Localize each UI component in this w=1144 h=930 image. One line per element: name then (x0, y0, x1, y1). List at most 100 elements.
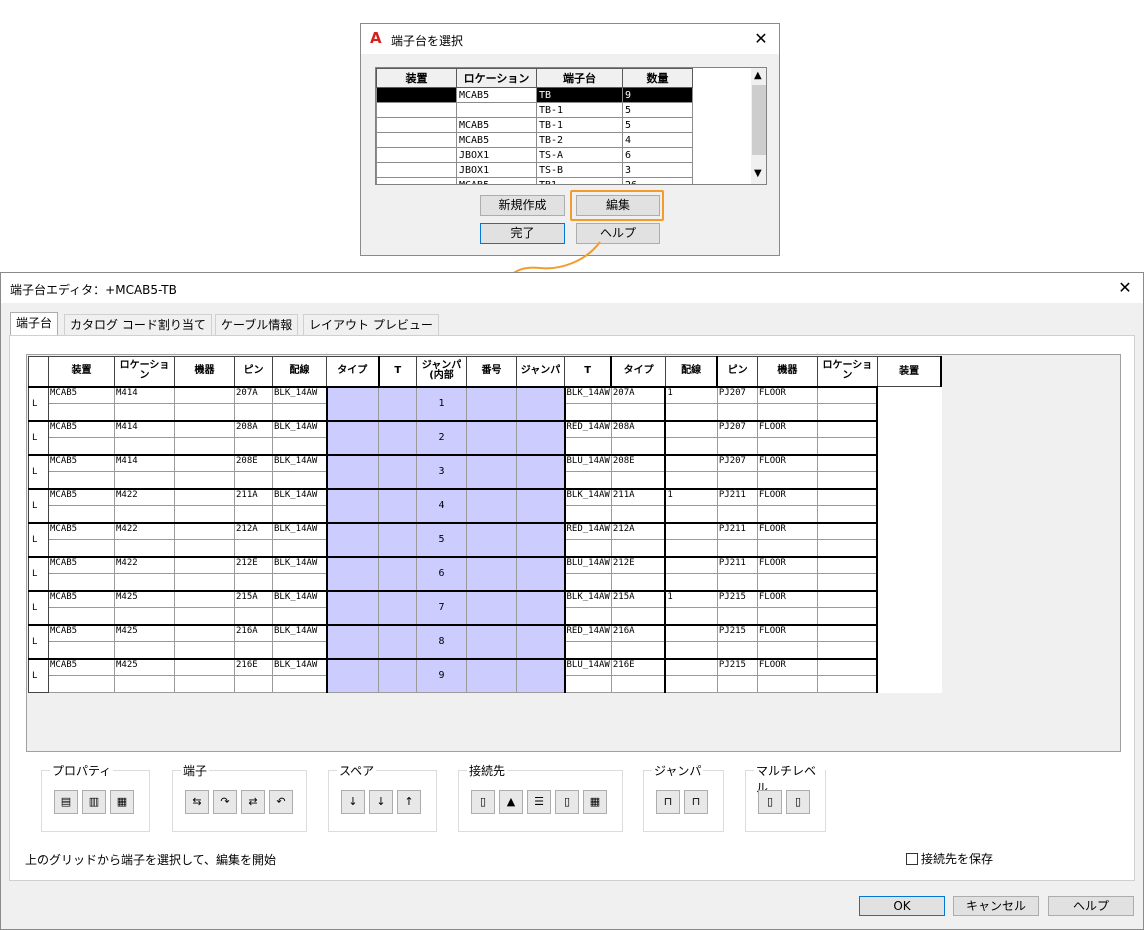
flip-terminal-icon[interactable]: ↶ (269, 790, 293, 814)
side-label[interactable]: L (28, 419, 49, 455)
side-label[interactable]: L (28, 487, 49, 523)
grid-cell[interactable]: 215A (234, 589, 273, 608)
grid-cell[interactable]: M422 (114, 487, 175, 506)
table-row[interactable]: L MCAB5 M425 216A BLK_14AW 8 RED_14AW 216A PJ215… (28, 623, 942, 659)
grid-cell[interactable]: RED_14AW (563, 623, 612, 642)
grid-cell[interactable] (174, 471, 235, 489)
grid-cell[interactable] (174, 487, 235, 506)
grid-cell[interactable] (378, 623, 417, 659)
grid-cell[interactable]: 216A (234, 623, 273, 642)
tab-catalog-assignment[interactable]: カタログ コード割り当て (64, 314, 212, 336)
grid-cell[interactable] (234, 573, 273, 591)
grid-cell[interactable]: 1 (664, 589, 718, 608)
grid-cell[interactable] (756, 539, 818, 557)
grid-cell[interactable] (272, 403, 327, 421)
grid-cell[interactable]: BLK_14AW (272, 623, 327, 642)
grid-cell[interactable]: MCAB5 (48, 521, 115, 540)
tab-cable-info[interactable]: ケーブル情報 (215, 314, 299, 336)
connection-up-icon[interactable]: ▲ (499, 790, 523, 814)
grid-cell[interactable] (816, 641, 879, 659)
grid-cell[interactable] (174, 419, 235, 438)
table-row[interactable]: L MCAB5 M425 216E BLK_14AW 9 BLU_14AW 216E PJ215… (28, 657, 942, 693)
grid-cell[interactable] (48, 573, 115, 591)
grid-cell[interactable] (234, 403, 273, 421)
grid-cell[interactable] (563, 505, 612, 523)
grid-cell[interactable] (756, 505, 818, 523)
grid-cell[interactable]: 215A (610, 589, 666, 608)
grid-cell[interactable] (610, 573, 666, 591)
grid-cell[interactable]: MCAB5 (48, 385, 115, 404)
grid-cell[interactable] (516, 385, 565, 421)
grid-cell[interactable]: FLOOR (756, 623, 818, 642)
scroll-thumb[interactable] (752, 85, 766, 155)
grid-cell[interactable] (664, 437, 718, 455)
grid-cell[interactable] (325, 555, 379, 591)
grid-cell[interactable] (610, 675, 666, 693)
grid-cell[interactable] (716, 505, 758, 523)
grid-cell[interactable]: 8 (416, 623, 467, 659)
grid-cell[interactable] (756, 607, 818, 625)
grid-cell[interactable]: FLOOR (756, 385, 818, 404)
grid-cell[interactable]: FLOOR (756, 555, 818, 574)
side-label[interactable]: L (28, 589, 49, 625)
grid-cell[interactable] (48, 539, 115, 557)
grid-cell[interactable] (516, 453, 565, 489)
grid-cell[interactable] (756, 675, 818, 693)
vertical-scrollbar[interactable]: ▲ ▼ (751, 68, 766, 184)
grid-cell[interactable]: 1 (664, 487, 718, 506)
grid-cell[interactable]: PJ215 (716, 657, 758, 676)
grid-column-header[interactable]: ピン (234, 356, 273, 387)
grid-cell[interactable]: PJ207 (716, 385, 758, 404)
grid-cell[interactable]: BLK_14AW (563, 487, 612, 506)
grid-cell[interactable] (664, 521, 718, 540)
grid-cell[interactable]: 6 (416, 555, 467, 591)
grid-cell[interactable]: MCAB5 (48, 589, 115, 608)
grid-cell[interactable]: 211A (610, 487, 666, 506)
grid-cell[interactable]: MCAB5 (48, 487, 115, 506)
grid-cell[interactable] (48, 437, 115, 455)
grid-cell[interactable]: BLK_14AW (272, 555, 327, 574)
grid-cell[interactable] (816, 623, 879, 642)
side-label[interactable]: L (28, 657, 49, 693)
grid-column-header[interactable]: T (377, 356, 417, 387)
grid-column-header[interactable]: T (564, 356, 612, 387)
grid-column-header[interactable]: 配線 (664, 356, 718, 387)
grid-cell[interactable] (174, 453, 235, 472)
grid-cell[interactable]: MCAB5 (48, 623, 115, 642)
grid-cell[interactable]: 208E (610, 453, 666, 472)
grid-cell[interactable] (114, 437, 175, 455)
connection-table-icon[interactable]: ▦ (583, 790, 607, 814)
grid-cell[interactable]: 216A (610, 623, 666, 642)
side-label[interactable]: L (28, 453, 49, 489)
grid-cell[interactable] (816, 471, 879, 489)
multilevel-down-icon[interactable]: ▯ (786, 790, 810, 814)
grid-cell[interactable] (174, 521, 235, 540)
grid-cell[interactable] (664, 641, 718, 659)
grid-cell[interactable] (516, 589, 565, 625)
grid-cell[interactable]: FLOOR (756, 589, 818, 608)
grid-cell[interactable] (664, 419, 718, 438)
grid-cell[interactable] (816, 385, 879, 404)
grid-cell[interactable] (756, 437, 818, 455)
grid-cell[interactable] (114, 505, 175, 523)
grid-cell[interactable] (272, 539, 327, 557)
grid-cell[interactable] (174, 675, 235, 693)
column-header-terminal-strip[interactable]: 端子台 (536, 68, 623, 88)
grid-cell[interactable]: BLK_14AW (272, 589, 327, 608)
grid-cell[interactable] (114, 675, 175, 693)
grid-cell[interactable] (378, 589, 417, 625)
connection-icon[interactable]: ▯ (471, 790, 495, 814)
list-item[interactable]: MCAB5 TB-1 5 (376, 117, 693, 133)
grid-column-header[interactable]: ロケーション (114, 356, 175, 387)
grid-cell[interactable] (466, 487, 517, 523)
grid-cell[interactable] (272, 437, 327, 455)
grid-cell[interactable]: PJ211 (716, 555, 758, 574)
grid-cell[interactable]: 207A (234, 385, 273, 404)
grid-cell[interactable] (664, 403, 718, 421)
grid-cell[interactable] (325, 385, 379, 421)
grid-cell[interactable]: M414 (114, 453, 175, 472)
grid-cell[interactable] (664, 555, 718, 574)
grid-cell[interactable] (610, 505, 666, 523)
grid-cell[interactable] (516, 487, 565, 523)
grid-cell[interactable] (378, 487, 417, 523)
